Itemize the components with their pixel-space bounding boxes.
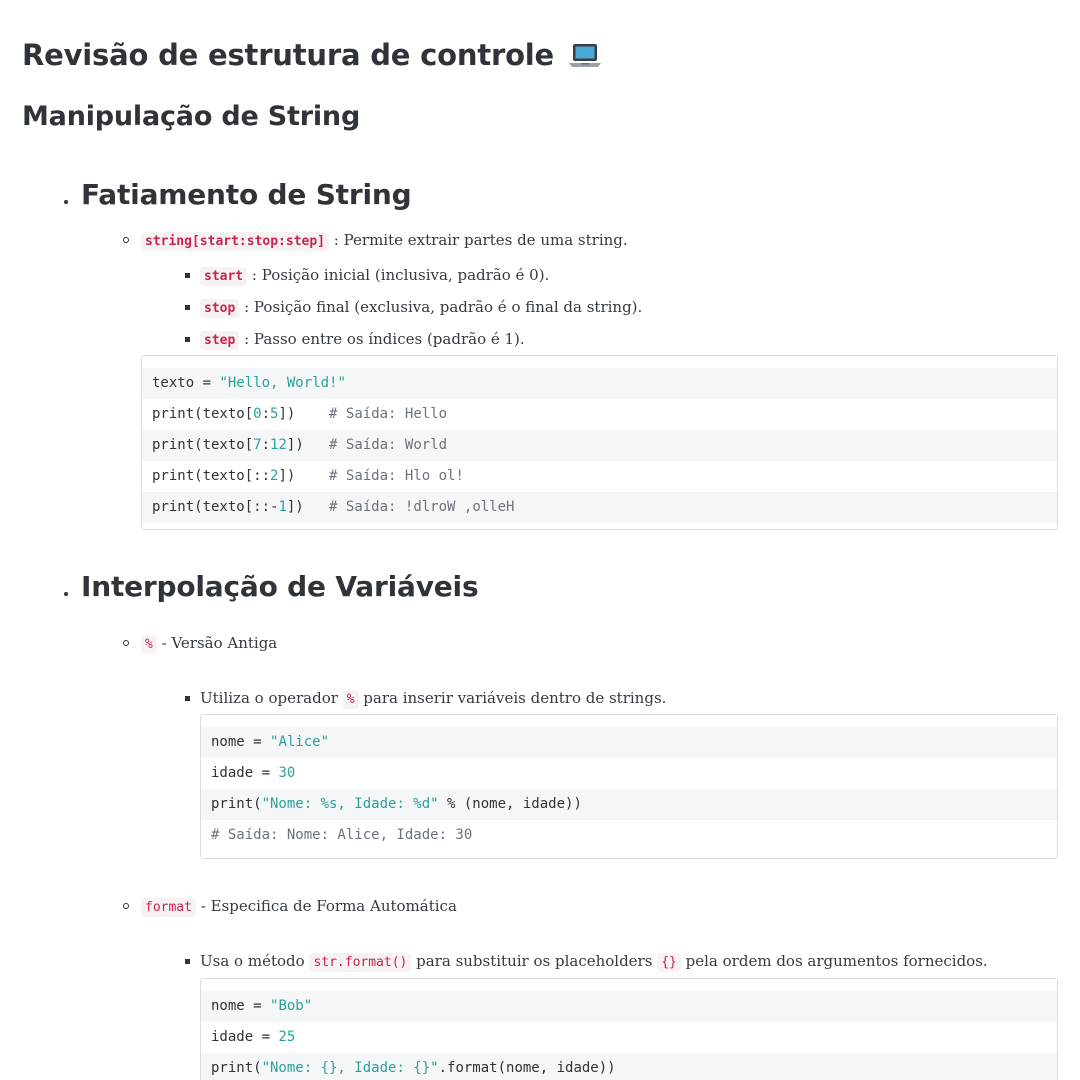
- list-bullet: [185, 273, 190, 278]
- section-subtitle: Manipulação de String: [22, 101, 361, 132]
- code-line: print(texto[0:5]) # Saída: Hello: [152, 406, 448, 422]
- param-stop-desc: : Posição final (exclusiva, padrão é o f…: [244, 298, 643, 316]
- list-bullet: [123, 237, 129, 243]
- heading-interpolation: Interpolação de Variáveis: [81, 570, 479, 603]
- format-item: format - Especifica de Forma Automática: [141, 895, 457, 919]
- format-desc-a: Usa o método: [200, 952, 305, 970]
- code-line: idade = 30: [211, 765, 296, 781]
- code-line: nome = "Bob": [201, 991, 1057, 1022]
- list-bullet: [185, 305, 190, 310]
- code-block-format[interactable]: nome = "Bob" idade = 25 print("Nome: {},…: [200, 978, 1058, 1080]
- code-line: print("Nome: %s, Idade: %d" % (nome, ida…: [201, 789, 1057, 820]
- percent-code: %: [141, 635, 157, 654]
- param-stop-item: stop : Posição final (exclusiva, padrão …: [200, 296, 642, 320]
- slicing-syntax-item: string[start:stop:step] : Permite extrai…: [141, 229, 628, 253]
- percent-item: % - Versão Antiga: [141, 632, 277, 656]
- param-step-code: step: [200, 331, 240, 350]
- param-start-desc: : Posição inicial (inclusiva, padrão é 0…: [251, 266, 550, 284]
- code-line: nome = "Alice": [201, 727, 1057, 758]
- slicing-syntax-desc: : Permite extrair partes de uma string.: [333, 231, 628, 249]
- format-desc-c: pela ordem dos argumentos fornecidos.: [685, 952, 988, 970]
- format-desc-code: str.format(): [309, 953, 412, 972]
- heading-slicing: Fatiamento de String: [81, 178, 412, 211]
- code-line: print("Nome: {}, Idade: {}".format(nome,…: [201, 1053, 1057, 1080]
- param-step-desc: : Passo entre os índices (padrão é 1).: [244, 330, 525, 348]
- slicing-syntax-code: string[start:stop:step]: [141, 232, 330, 251]
- list-bullet: [185, 337, 190, 342]
- page-title: Revisão de estrutura de controle: [22, 38, 602, 72]
- code-line: print(texto[::2]) # Saída: Hlo ol!: [152, 468, 464, 484]
- param-start-code: start: [200, 267, 248, 286]
- percent-label: - Versão Antiga: [161, 634, 278, 652]
- param-step-item: step : Passo entre os índices (padrão é …: [200, 328, 525, 352]
- percent-desc-b: para inserir variáveis dentro de strings…: [363, 689, 667, 707]
- list-bullet: [64, 200, 68, 204]
- list-bullet: [185, 696, 190, 701]
- code-block-percent[interactable]: nome = "Alice" idade = 30 print("Nome: %…: [200, 714, 1058, 859]
- format-desc: Usa o método str.format() para substitui…: [200, 950, 988, 974]
- format-desc-b: para substituir os placeholders: [416, 952, 653, 970]
- code-line: print(texto[7:12]) # Saída: World: [142, 430, 1057, 461]
- format-code: format: [141, 898, 196, 917]
- code-line: idade = 25: [211, 1029, 296, 1045]
- percent-desc-a: Utiliza o operador: [200, 689, 338, 707]
- code-line: # Saída: Nome: Alice, Idade: 30: [211, 827, 473, 843]
- param-start-item: start : Posição inicial (inclusiva, padr…: [200, 264, 549, 288]
- list-bullet: [123, 903, 129, 909]
- page-title-text: Revisão de estrutura de controle: [22, 38, 555, 72]
- format-desc-code2: {}: [657, 953, 681, 972]
- percent-desc: Utiliza o operador % para inserir variáv…: [200, 687, 666, 711]
- laptop-icon: [569, 44, 602, 67]
- code-line: print(texto[::-1]) # Saída: !dlroW ,olle…: [142, 492, 1057, 523]
- list-bullet: [64, 592, 68, 596]
- format-label: - Especifica de Forma Automática: [200, 897, 457, 915]
- code-block-slicing[interactable]: texto = "Hello, World!" print(texto[0:5]…: [141, 355, 1058, 530]
- code-line: texto = "Hello, World!": [142, 368, 1057, 399]
- list-bullet: [123, 640, 129, 646]
- list-bullet: [185, 959, 190, 964]
- param-stop-code: stop: [200, 299, 240, 318]
- page: Revisão de estrutura de controle Manipul…: [0, 0, 1080, 1080]
- percent-desc-code: %: [342, 690, 359, 709]
